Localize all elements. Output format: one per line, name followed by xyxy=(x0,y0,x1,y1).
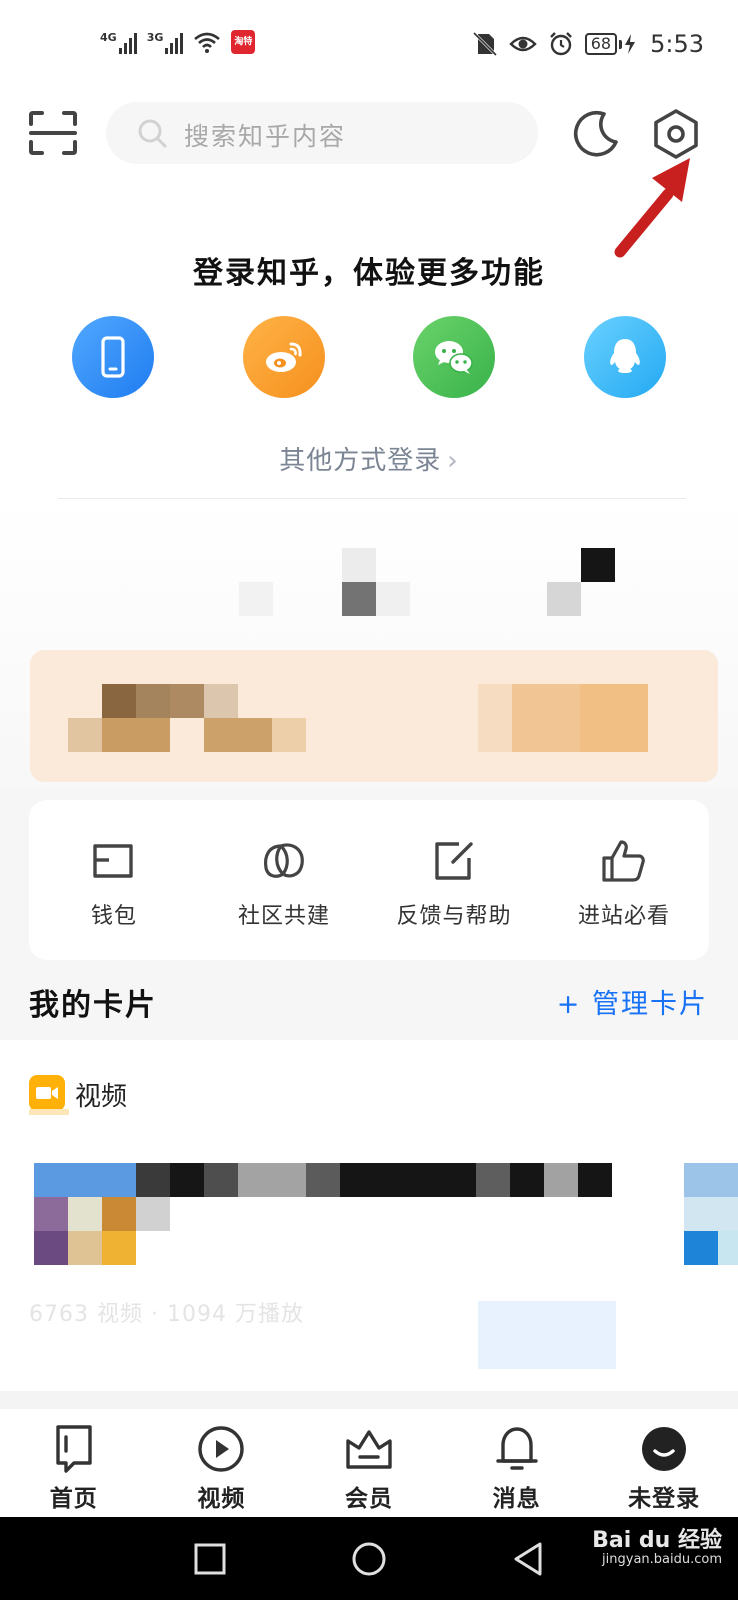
other-login-label: 其他方式登录 xyxy=(279,446,442,476)
battery-tip-icon xyxy=(619,39,623,49)
battery-indicator: 68 xyxy=(584,33,636,55)
cellular-signal-2: 3G xyxy=(146,31,184,54)
no-sim-icon xyxy=(472,31,497,57)
qq-icon xyxy=(610,339,640,373)
wallet-button[interactable]: 钱包 xyxy=(29,800,199,960)
phone-icon xyxy=(101,336,125,378)
community-button[interactable]: 社区共建 xyxy=(199,800,369,960)
network-type-1: 4G xyxy=(100,31,117,44)
nav-messages[interactable]: 消息 xyxy=(443,1409,591,1517)
vip-banner[interactable] xyxy=(30,650,718,782)
feedback-icon xyxy=(435,842,473,880)
status-time: 5:53 xyxy=(650,30,704,58)
weibo-icon xyxy=(265,342,302,372)
section-gap xyxy=(0,1391,738,1409)
home-icon xyxy=(56,1425,92,1473)
bell-icon xyxy=(495,1427,538,1470)
system-navigation-bar: Bai du 经验 jingyan.baidu.com xyxy=(0,1517,738,1600)
watermark-url: jingyan.baidu.com xyxy=(602,1552,722,1568)
video-card[interactable]: 视频 6763 视频 · 1094 万播放 xyxy=(0,1043,738,1391)
cellular-signal-1: 4G xyxy=(100,31,137,54)
feedback-help-button[interactable]: 反馈与帮助 xyxy=(369,800,539,960)
nav-vip[interactable]: 会员 xyxy=(295,1409,443,1517)
video-card-label: 视频 xyxy=(75,1082,128,1112)
nav-home-label: 首页 xyxy=(49,1486,98,1512)
status-right: 68 5:53 xyxy=(471,30,704,58)
search-placeholder: 搜索知乎内容 xyxy=(184,122,347,151)
scan-icon[interactable] xyxy=(28,110,78,156)
network-type-2: 3G xyxy=(146,31,164,44)
nav-profile-label: 未登录 xyxy=(628,1486,701,1512)
charging-bolt-icon xyxy=(625,34,636,54)
other-login-link[interactable]: 其他方式登录 › xyxy=(0,440,738,477)
crown-icon xyxy=(346,1430,392,1469)
phone-login-button[interactable] xyxy=(72,316,154,398)
quick-actions-card: 钱包 社区共建 反馈与帮助 进站必看 xyxy=(29,800,709,960)
signal-bars-icon xyxy=(165,32,184,54)
back-triangle-icon[interactable] xyxy=(508,1539,548,1579)
chevron-right-icon: › xyxy=(447,446,459,476)
baidu-watermark: Bai du 经验 jingyan.baidu.com xyxy=(592,1528,722,1568)
must-read-label: 进站必看 xyxy=(577,904,670,929)
divider xyxy=(58,498,686,499)
search-bar[interactable]: 搜索知乎内容 xyxy=(106,102,538,164)
nav-profile[interactable]: 未登录 xyxy=(590,1409,738,1517)
login-title: 登录知乎，体验更多功能 xyxy=(193,256,545,291)
wifi-icon xyxy=(194,32,221,53)
taote-app-notification-icon: 淘特 xyxy=(231,30,256,54)
eye-comfort-icon xyxy=(509,36,537,52)
signal-bars-icon xyxy=(118,32,137,54)
nav-vip-label: 会员 xyxy=(344,1486,393,1512)
weibo-login-button[interactable] xyxy=(242,316,325,398)
nav-home[interactable]: 首页 xyxy=(0,1409,148,1517)
red-arrow-annotation xyxy=(614,158,690,258)
thumbs-up-icon xyxy=(602,840,645,882)
wallet-icon xyxy=(93,844,133,878)
video-play-icon xyxy=(198,1426,245,1472)
community-icon xyxy=(263,843,304,878)
recent-apps-icon[interactable] xyxy=(190,1539,230,1579)
bottom-nav: 首页 视频 会员 消息 未登录 xyxy=(0,1409,738,1517)
status-left: 4G 3G 淘特 xyxy=(100,30,256,54)
video-camera-icon xyxy=(29,1075,65,1111)
nav-messages-label: 消息 xyxy=(492,1486,541,1512)
qq-login-button[interactable] xyxy=(583,316,666,398)
nav-video[interactable]: 视频 xyxy=(148,1409,296,1517)
must-read-button[interactable]: 进站必看 xyxy=(539,800,709,960)
wechat-icon xyxy=(435,341,474,374)
avatar-icon xyxy=(642,1427,687,1471)
alarm-icon xyxy=(549,32,572,56)
video-stats: 6763 视频 · 1094 万播放 xyxy=(29,1302,304,1327)
manage-cards-button[interactable]: + 管理卡片 xyxy=(557,982,708,1021)
status-bar: 4G 3G 淘特 68 5:53 xyxy=(0,0,738,90)
video-card-action-button[interactable] xyxy=(478,1301,616,1369)
feedback-help-label: 反馈与帮助 xyxy=(396,904,512,929)
search-icon xyxy=(138,119,167,148)
home-circle-icon[interactable] xyxy=(349,1539,389,1579)
battery-level: 68 xyxy=(584,33,618,55)
wallet-label: 钱包 xyxy=(90,904,137,929)
login-methods xyxy=(72,316,666,398)
wechat-login-button[interactable] xyxy=(413,316,496,398)
watermark-brand: Bai du 经验 xyxy=(592,1528,722,1553)
nav-video-label: 视频 xyxy=(197,1486,246,1512)
my-cards-title: 我的卡片 xyxy=(29,988,157,1023)
community-label: 社区共建 xyxy=(237,904,330,929)
